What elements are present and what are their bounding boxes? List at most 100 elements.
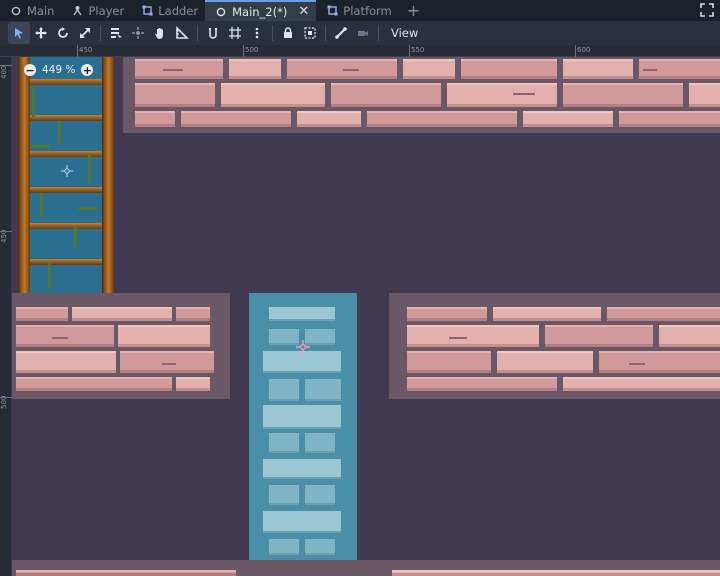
fullscreen-icon[interactable] xyxy=(700,3,714,17)
rotate-icon[interactable] xyxy=(52,22,74,44)
ruler-tick xyxy=(243,45,244,57)
ladder-sprite[interactable] xyxy=(18,57,114,293)
close-icon[interactable]: ✕ xyxy=(298,5,309,18)
top-brick-wall[interactable] xyxy=(123,57,720,133)
zoom-level[interactable]: 449 % xyxy=(42,64,75,76)
zoom-out-button[interactable]: − xyxy=(24,64,36,76)
brick-detail xyxy=(343,69,359,71)
brick xyxy=(181,111,291,127)
brick xyxy=(407,351,491,373)
bottom-brick-wall[interactable] xyxy=(12,560,720,576)
smart-snap-icon[interactable] xyxy=(202,22,224,44)
brick xyxy=(563,83,683,107)
toolbar-separator xyxy=(100,25,101,41)
stone-block xyxy=(269,539,299,555)
tab-label: Platform xyxy=(343,3,392,18)
ruler-tick xyxy=(0,397,12,398)
ladder-rung xyxy=(30,259,102,265)
selected-platform[interactable] xyxy=(249,293,357,576)
brick xyxy=(523,111,613,127)
left-brick-wall[interactable] xyxy=(12,293,230,399)
ruler-tick xyxy=(77,45,78,57)
pan-icon[interactable] xyxy=(149,22,171,44)
ruler-tick xyxy=(0,65,12,66)
move-icon[interactable] xyxy=(30,22,52,44)
right-brick-wall[interactable] xyxy=(389,293,720,399)
brick xyxy=(221,83,325,107)
ruler-tick xyxy=(0,231,12,232)
brick xyxy=(176,307,210,321)
vine xyxy=(78,207,96,210)
stone-block xyxy=(269,307,335,321)
brick-detail xyxy=(163,69,183,71)
tab-main-2[interactable]: Main_2(*) ✕ xyxy=(205,0,317,21)
brick xyxy=(392,570,720,576)
vine xyxy=(88,155,91,183)
zoom-control: − 449 % + xyxy=(24,64,94,76)
ruler-label: 600 xyxy=(577,46,591,54)
brick xyxy=(118,325,210,347)
ruler-label: 500 xyxy=(245,46,259,54)
ladder-rail xyxy=(102,57,114,293)
zoom-in-button[interactable]: + xyxy=(81,64,94,76)
scale-icon[interactable] xyxy=(74,22,96,44)
tab-platform[interactable]: Platform xyxy=(316,0,399,21)
brick xyxy=(367,111,517,127)
add-tab-button[interactable]: + xyxy=(399,0,428,21)
brick xyxy=(16,351,116,373)
brick-detail xyxy=(52,337,68,339)
bone-icon[interactable] xyxy=(330,22,352,44)
vine xyxy=(32,87,35,117)
view-menu-button[interactable]: View xyxy=(383,26,426,40)
brick xyxy=(493,307,601,321)
group-icon[interactable] xyxy=(299,22,321,44)
brick xyxy=(447,83,557,107)
brick xyxy=(176,377,210,391)
horizontal-ruler[interactable]: 450 500 550 600 xyxy=(0,45,720,57)
stone-block xyxy=(305,539,335,555)
vine xyxy=(74,227,77,247)
select-icon[interactable] xyxy=(8,22,30,44)
ladder-rung xyxy=(30,151,102,157)
brick xyxy=(563,377,720,391)
canvas-viewport[interactable]: − 449 % + xyxy=(12,57,720,576)
scene-tab-bar: Main Player Ladder Main_2(*) ✕ Platform … xyxy=(0,0,720,21)
brick xyxy=(407,307,487,321)
brick xyxy=(135,111,175,127)
tab-ladder[interactable]: Ladder xyxy=(131,0,205,21)
stone-block xyxy=(305,485,335,505)
brick xyxy=(120,351,214,373)
stone-block xyxy=(269,329,299,345)
pivot-icon[interactable] xyxy=(127,22,149,44)
brick xyxy=(16,377,172,391)
brick xyxy=(407,325,539,347)
scene-frame-icon xyxy=(141,5,153,17)
stone-block xyxy=(263,511,341,533)
tab-player[interactable]: Player xyxy=(61,0,131,21)
stone-block xyxy=(305,379,341,401)
ruler-icon[interactable] xyxy=(171,22,193,44)
brick xyxy=(403,59,455,79)
list-select-icon[interactable] xyxy=(105,22,127,44)
scene-circle-icon xyxy=(10,5,22,17)
brick xyxy=(497,351,593,373)
camera-icon[interactable] xyxy=(352,22,374,44)
toolbar-separator xyxy=(197,25,198,41)
stone-block xyxy=(263,351,341,373)
ruler-tick xyxy=(409,45,410,57)
brick-detail xyxy=(513,93,535,95)
ruler-label: 550 xyxy=(411,46,425,54)
grid-snap-icon[interactable] xyxy=(224,22,246,44)
more-icon[interactable] xyxy=(246,22,268,44)
brick-detail xyxy=(643,69,657,71)
vine xyxy=(30,145,50,148)
brick xyxy=(287,59,397,79)
scene-frame-icon xyxy=(326,5,338,17)
lock-icon[interactable] xyxy=(277,22,299,44)
tab-label: Player xyxy=(88,3,125,18)
vertical-ruler[interactable]: 400 450 500 xyxy=(0,57,12,576)
stone-block xyxy=(269,379,299,401)
tab-main[interactable]: Main xyxy=(0,0,61,21)
brick xyxy=(619,111,720,127)
node-pivot-icon xyxy=(61,165,73,177)
